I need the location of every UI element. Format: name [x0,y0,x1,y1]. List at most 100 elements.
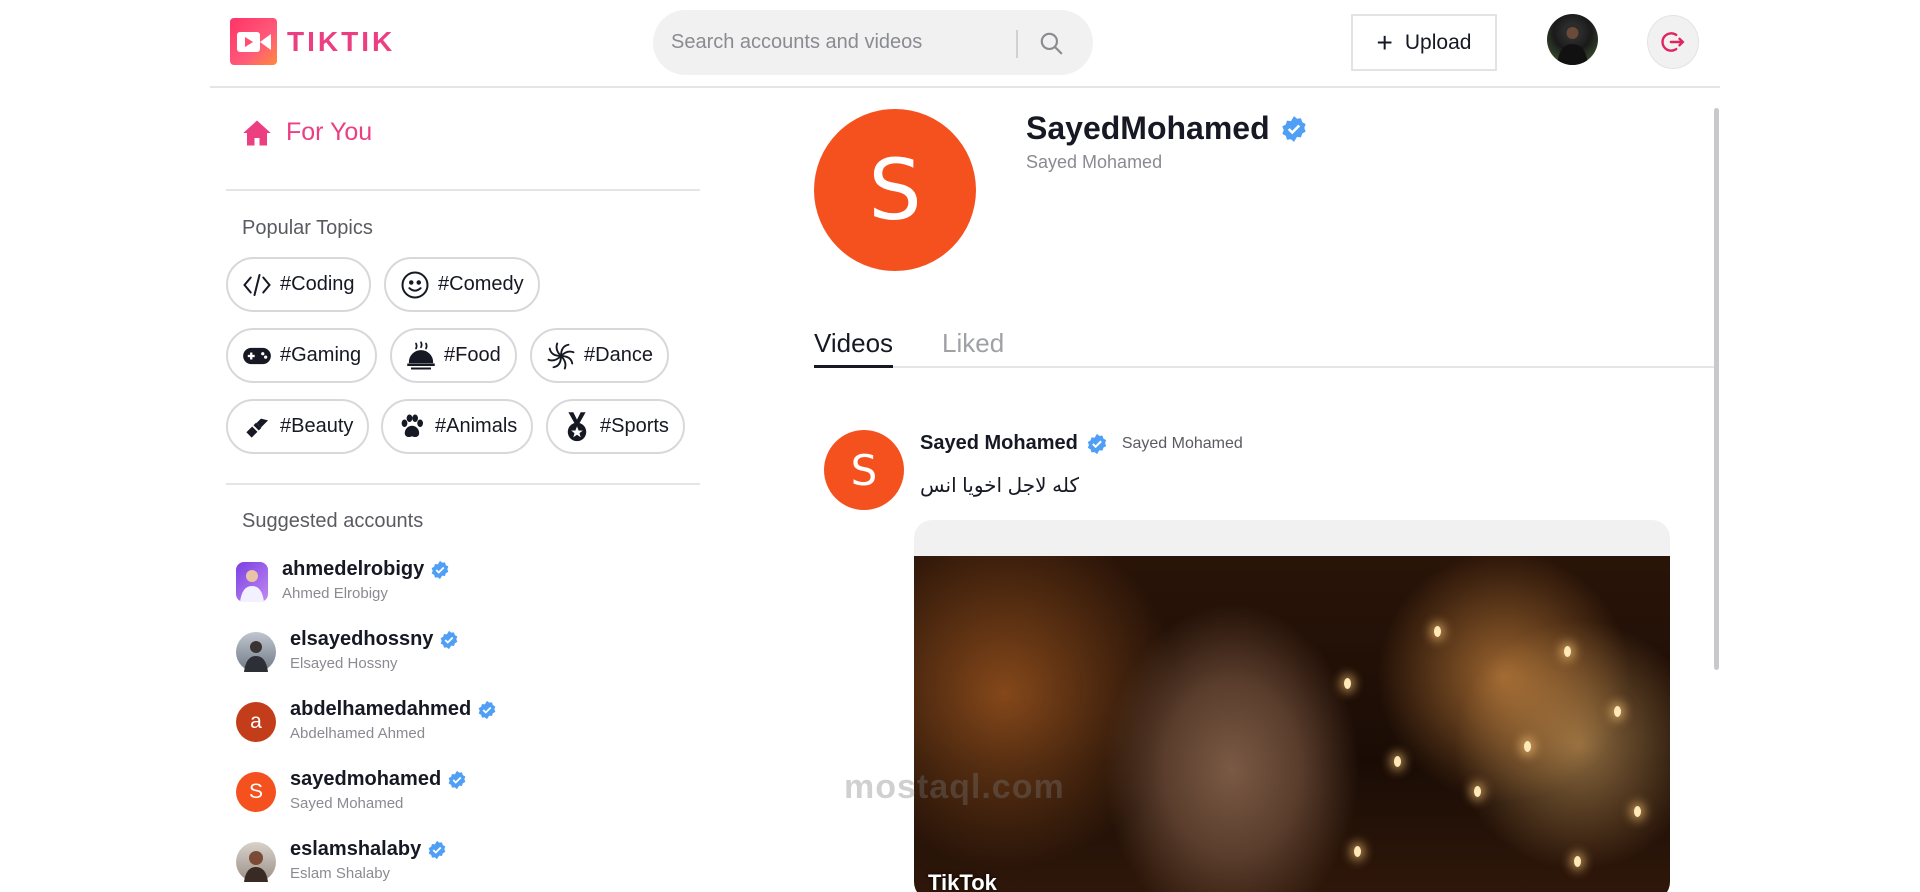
bokeh-light [1574,856,1581,867]
topic-comedy[interactable]: #Comedy [384,257,540,312]
search-divider [1016,30,1018,58]
account-username: ahmedelrobigy [282,558,425,580]
topic-label: #Animals [435,415,518,437]
search-input[interactable] [671,10,1011,75]
gamepad-icon [243,347,271,364]
video-player[interactable]: TikTok [914,556,1670,892]
medal-icon [567,411,587,441]
avatar [236,842,276,882]
home-icon [243,120,271,145]
suggested-account[interactable]: a abdelhamedahmed Abdelhamed Ahmed [236,698,497,742]
upload-label: Upload [1404,30,1472,54]
bokeh-light [1344,678,1351,689]
avatar: a [236,702,276,742]
tab-videos[interactable]: Videos [814,328,894,368]
topic-label: #Food [444,344,501,366]
search-button[interactable] [1031,25,1071,61]
plus-icon: + [1376,26,1393,58]
bokeh-light [1614,706,1621,717]
top-navbar: TIKTIK + Upload [210,0,1720,88]
logout-icon [1661,32,1685,52]
search-icon [1040,32,1063,55]
popular-topics-title: Popular Topics [242,217,373,239]
verified-badge-icon [441,630,458,649]
profile-main: S SayedMohamed Sayed Mohamed Videos Like… [800,88,1720,892]
lipstick-icon [246,418,269,438]
paw-icon [401,414,423,437]
topic-label: #Gaming [280,344,362,366]
post-author-subname: Sayed Mohamed [1121,434,1243,452]
account-name: Sayed Mohamed [290,795,404,812]
post-author-name[interactable]: Sayed Mohamed [920,432,1078,455]
bokeh-light [1524,741,1531,752]
topic-label: #Coding [280,273,355,295]
account-username: elsayedhossny [290,628,434,650]
sidebar-divider [226,483,700,485]
account-name: Abdelhamed Ahmed [290,725,426,742]
app-logo[interactable]: TIKTIK [230,18,395,65]
account-username: sayedmohamed [290,768,442,790]
suggested-accounts-title: Suggested accounts [242,510,424,532]
nav-for-you[interactable]: For You [242,118,372,147]
bokeh-light [1564,646,1571,657]
avatar: S [236,772,276,812]
topic-dance[interactable]: #Dance [530,328,669,383]
account-name: Eslam Shalaby [290,865,391,882]
post-caption: كله لاجل اخويا انس [920,475,1079,497]
topic-label: #Sports [600,415,669,437]
suggested-account[interactable]: S sayedmohamed Sayed Mohamed [236,768,467,812]
profile-tabs: Videos Liked [814,328,1714,368]
sidebar: For You Popular Topics #Coding #Comedy #… [226,90,700,892]
smile-icon [401,271,429,298]
topic-sports[interactable]: #Sports [546,399,685,454]
profile-full-name: Sayed Mohamed [1026,152,1163,172]
topic-animals[interactable]: #Animals [381,399,534,454]
bokeh-light [1634,806,1641,817]
profile-avatar: S [814,109,976,271]
tab-liked[interactable]: Liked [942,328,1004,365]
topic-gaming[interactable]: #Gaming [226,328,378,383]
sidebar-divider [226,189,700,191]
profile-username-row: SayedMohamed [1026,110,1308,147]
video-card[interactable]: TikTok [914,520,1670,892]
post-header: Sayed Mohamed Sayed Mohamed [920,432,1243,455]
topic-beauty[interactable]: #Beauty [226,399,370,454]
topic-label: #Comedy [438,273,524,295]
food-cloche-icon [407,340,435,369]
bokeh-light [1354,846,1361,857]
topic-label: #Beauty [280,415,354,437]
video-watermark: TikTok [928,870,997,892]
suggested-account[interactable]: ahmedelrobigy Ahmed Elrobigy [236,558,450,602]
avatar [236,632,276,672]
verified-badge-icon [1281,115,1306,142]
bokeh-light [1474,786,1481,797]
verified-badge-icon [431,560,449,579]
verified-badge-icon [1087,433,1106,454]
upload-button[interactable]: + Upload [1351,14,1497,71]
suggested-account[interactable]: elsayedhossny Elsayed Hossny [236,628,459,672]
user-avatar[interactable] [1547,14,1598,65]
profile-username: SayedMohamed [1026,110,1270,146]
bokeh-light [1434,626,1441,637]
post-author-avatar[interactable]: S [824,430,904,510]
dance-swirl-icon [547,342,575,369]
verified-badge-icon [478,700,496,719]
topic-food[interactable]: #Food [390,328,517,383]
account-name: Ahmed Elrobigy [282,585,388,602]
suggested-account[interactable]: eslamshalaby Eslam Shalaby [236,838,447,882]
bokeh-light [1394,756,1401,767]
verified-badge-icon [448,770,466,789]
for-you-label: For You [286,118,373,146]
topic-coding[interactable]: #Coding [226,257,371,312]
search-bar [653,10,1093,75]
topic-label: #Dance [584,344,653,366]
account-username: abdelhamedahmed [290,698,472,720]
account-name: Elsayed Hossny [290,655,398,672]
verified-badge-icon [428,840,446,859]
logo-camera-icon [230,18,277,65]
avatar [236,562,268,602]
main-scrollbar[interactable] [1714,108,1719,670]
code-icon [243,273,271,296]
logout-button[interactable] [1647,15,1699,69]
account-username: eslamshalaby [290,838,422,860]
